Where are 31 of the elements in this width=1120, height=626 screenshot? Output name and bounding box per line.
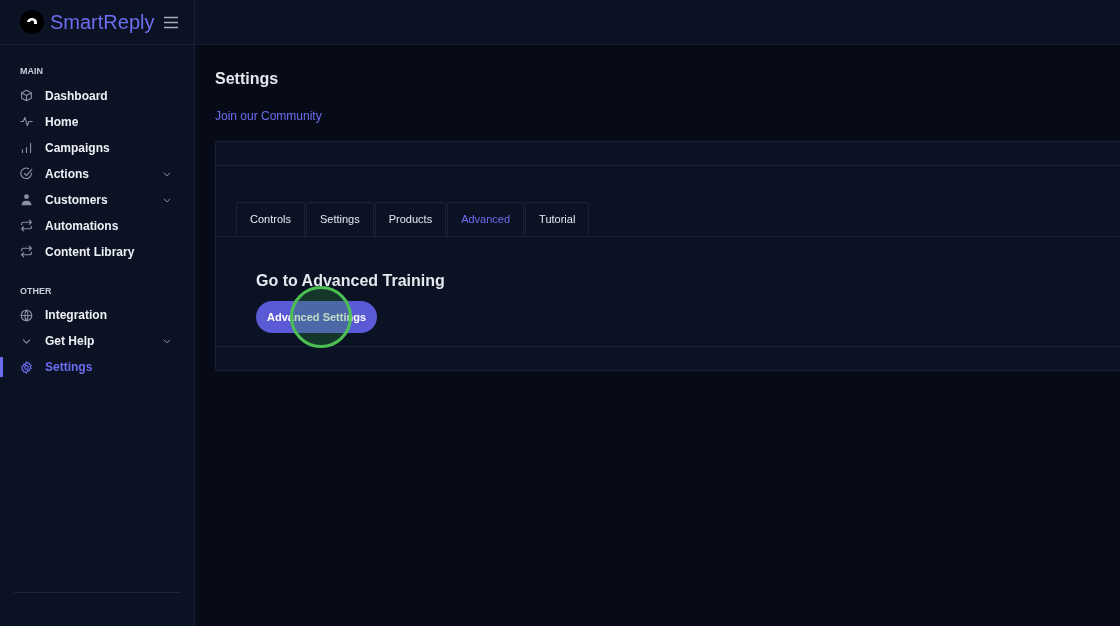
section-label: OTHER: [19, 284, 53, 298]
repeat-icon: [20, 219, 33, 232]
sidebar-item[interactable]: Settings: [0, 354, 194, 380]
bar-chart-icon: [20, 141, 33, 154]
sidebar-item[interactable]: Dashboard: [0, 82, 194, 109]
gear-icon: [20, 360, 33, 374]
sidebar-item[interactable]: Get Help: [0, 328, 194, 354]
cube-icon: [20, 89, 33, 102]
pulse-icon: [20, 115, 33, 128]
sidebar-item[interactable]: Home: [0, 108, 194, 135]
person-icon: [20, 193, 33, 206]
sidebar-item[interactable]: Integration: [0, 302, 194, 328]
section-heading: Go to Advanced Training: [256, 270, 446, 290]
logo-icon: [20, 10, 44, 34]
tab[interactable]: Products: [374, 202, 447, 236]
sidebar-item[interactable]: Content Library: [0, 238, 194, 265]
sidebar-item[interactable]: Automations: [0, 212, 194, 239]
community-link[interactable]: Join our Community: [215, 107, 322, 125]
sidebar-item[interactable]: Campaigns: [0, 134, 194, 161]
globe-icon: [20, 308, 33, 322]
tab[interactable]: Controls: [236, 202, 305, 236]
page-title: Settings: [215, 69, 280, 89]
tab[interactable]: Advanced: [447, 202, 525, 236]
tab[interactable]: Tutorial: [525, 202, 590, 236]
menu-icon[interactable]: [163, 15, 180, 29]
repeat-icon: [20, 245, 33, 258]
tab[interactable]: Settings: [305, 202, 374, 236]
brand-name: SmartReply: [50, 10, 155, 35]
sidebar-item[interactable]: Actions: [0, 160, 194, 187]
section-label: MAIN: [19, 65, 44, 78]
sidebar-item[interactable]: Customers: [0, 186, 194, 213]
